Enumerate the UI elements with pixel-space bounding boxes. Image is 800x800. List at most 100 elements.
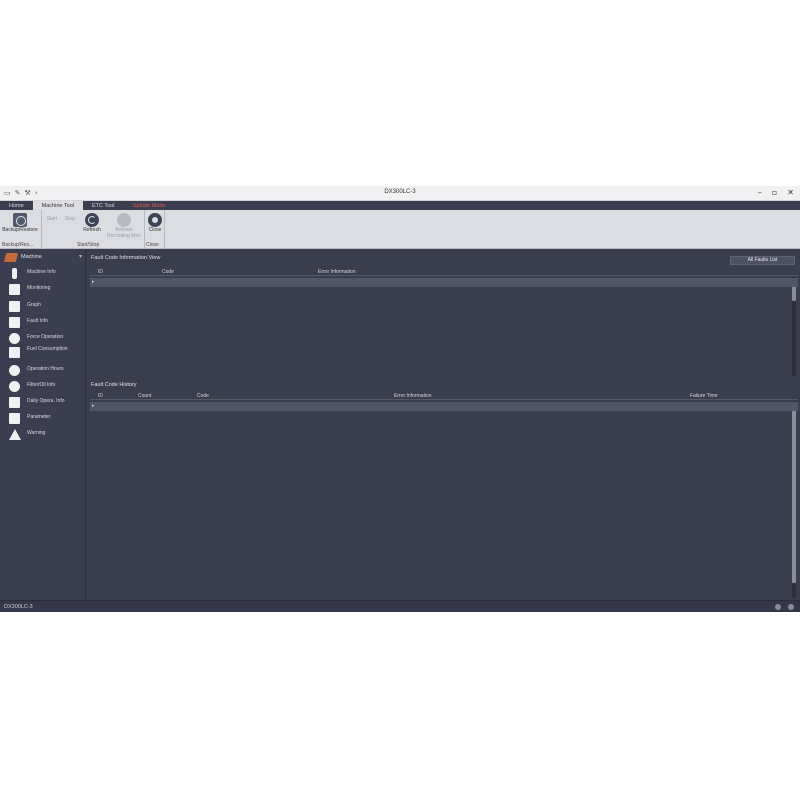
app-window: ▭ ✎ ⚒ › DX300LC-3 – ▫ ✕ Home Machine Too… <box>0 186 800 612</box>
sidebar-item-parameter[interactable]: Parameter <box>0 411 86 427</box>
tab-etc-tool[interactable]: ETC Tool <box>83 201 124 210</box>
table-row[interactable] <box>90 505 798 514</box>
sidebar-item-machine-info[interactable]: Machine Info <box>0 266 86 282</box>
status-bar: DX300LC-3 <box>0 600 800 612</box>
sidebar-item-graph[interactable]: Graph <box>0 299 86 315</box>
ribbon-group-backup: Backup/Restore Backup/Res... <box>0 210 42 249</box>
sidebar: Machine ▾ Machine Info Monitoring Graph … <box>0 249 86 600</box>
close-button[interactable]: Close <box>141 213 169 234</box>
table-row[interactable] <box>90 548 798 557</box>
table-row[interactable] <box>90 565 798 574</box>
maximize-icon[interactable]: ▫ <box>772 188 777 197</box>
table-row[interactable] <box>90 436 798 445</box>
force-icon <box>9 333 20 344</box>
table-row[interactable] <box>90 322 798 331</box>
table-row[interactable] <box>90 497 798 506</box>
table-row[interactable] <box>90 522 798 531</box>
ribbon: Backup/Restore Backup/Res... Start Stop … <box>0 210 800 249</box>
fault-history-table: ID Count Code Error Information Failure … <box>90 392 798 598</box>
fault-view-table: ID Code Error Information ▸ <box>90 268 798 376</box>
chevron-down-icon[interactable]: ▾ <box>79 253 82 260</box>
sidebar-item-filter-oil-info[interactable]: Filter/Oil Info <box>0 379 86 395</box>
stop-button[interactable]: Stop <box>60 216 80 223</box>
power-icon <box>148 213 162 227</box>
record-icon <box>117 213 131 227</box>
table-row[interactable] <box>90 462 798 471</box>
sidebar-item-fuel-consumption[interactable]: Fuel Consumption <box>0 345 86 361</box>
ribbon-group-label: Close <box>146 242 159 248</box>
sidebar-header[interactable]: Machine ▾ <box>0 251 86 265</box>
start-button[interactable]: Start <box>42 216 62 223</box>
clock-icon <box>9 365 20 376</box>
tab-update-mode[interactable]: Update Mode <box>124 201 175 210</box>
table-row[interactable] <box>90 330 798 339</box>
table-row[interactable] <box>90 574 798 583</box>
window-title: DX300LC-3 <box>384 189 416 195</box>
table-row[interactable] <box>90 591 798 598</box>
table-row[interactable] <box>90 419 798 428</box>
activate-recording-button[interactable]: Activate Recording Mon <box>105 213 143 239</box>
ribbon-group-label: Start/Stop <box>77 242 100 248</box>
settings-icon[interactable] <box>775 604 781 610</box>
sidebar-item-warning[interactable]: Warning <box>0 427 86 443</box>
table-row[interactable] <box>90 365 798 374</box>
table-row[interactable] <box>90 313 798 322</box>
status-text: DX300LC-3 <box>4 604 33 610</box>
table-row[interactable] <box>90 531 798 540</box>
fault-view-title: Fault Code Information View <box>91 255 161 261</box>
refresh-icon <box>85 213 99 227</box>
fuel-icon <box>9 347 20 358</box>
backup-restore-button[interactable]: Backup/Restore <box>0 213 40 234</box>
table-row[interactable] <box>90 454 798 463</box>
table-row[interactable] <box>90 339 798 348</box>
table-row[interactable] <box>90 445 798 454</box>
row-indicator-icon: ▸ <box>92 403 95 409</box>
calendar-icon <box>9 397 20 408</box>
tab-home[interactable]: Home <box>0 201 33 210</box>
table-row[interactable] <box>90 540 798 549</box>
fault-view-header: ID Code Error Information <box>90 268 798 276</box>
ribbon-group-close: Close Close <box>145 210 165 249</box>
refresh-button[interactable]: Refresh <box>79 213 105 234</box>
fault-history-header: ID Count Code Error Information Failure … <box>90 392 798 400</box>
table-row[interactable] <box>90 471 798 480</box>
close-icon[interactable]: ✕ <box>787 188 794 197</box>
sidebar-item-daily-opera-info[interactable]: Daily Opera. Info <box>0 395 86 411</box>
table-row[interactable] <box>90 428 798 437</box>
database-icon <box>13 213 27 227</box>
info-icon <box>12 268 17 279</box>
window-controls: – ▫ ✕ <box>758 188 794 197</box>
table-row[interactable] <box>90 356 798 365</box>
row-indicator-icon: ▸ <box>92 279 95 285</box>
parameter-icon <box>9 413 20 424</box>
ribbon-group-startstop: Start Stop Refresh Activate Recording Mo… <box>42 210 145 249</box>
table-row[interactable] <box>90 295 798 304</box>
sidebar-item-fault-info[interactable]: Fault Info <box>0 315 86 331</box>
table-row[interactable] <box>90 304 798 313</box>
monitor-icon <box>9 284 20 295</box>
minimize-icon[interactable]: – <box>758 188 762 197</box>
table-row[interactable]: ▸ <box>90 402 798 411</box>
table-row[interactable] <box>90 488 798 497</box>
help-icon[interactable] <box>788 604 794 610</box>
table-row[interactable] <box>90 479 798 488</box>
excavator-icon <box>3 253 19 262</box>
all-faults-list-button[interactable]: All Faults List <box>730 256 795 265</box>
title-bar: ▭ ✎ ⚒ › DX300LC-3 – ▫ ✕ <box>0 186 800 201</box>
graph-icon <box>9 301 20 312</box>
oil-icon <box>9 381 20 392</box>
table-row[interactable]: ▸ <box>90 278 798 287</box>
table-row[interactable] <box>90 287 798 296</box>
sidebar-item-monitoring[interactable]: Monitoring <box>0 282 86 298</box>
fault-history-title: Fault Code History <box>91 382 137 388</box>
sidebar-item-operation-hours[interactable]: Operation Hours <box>0 363 86 379</box>
tab-machine-tool[interactable]: Machine Tool <box>32 201 83 210</box>
table-row[interactable] <box>90 348 798 357</box>
table-row[interactable] <box>90 514 798 523</box>
table-row[interactable] <box>90 557 798 566</box>
table-row[interactable] <box>90 411 798 420</box>
ribbon-tabs: Home Machine Tool ETC Tool Update Mode <box>0 201 800 210</box>
table-row[interactable] <box>90 583 798 592</box>
fault-icon <box>9 317 20 328</box>
warning-icon <box>9 429 21 440</box>
